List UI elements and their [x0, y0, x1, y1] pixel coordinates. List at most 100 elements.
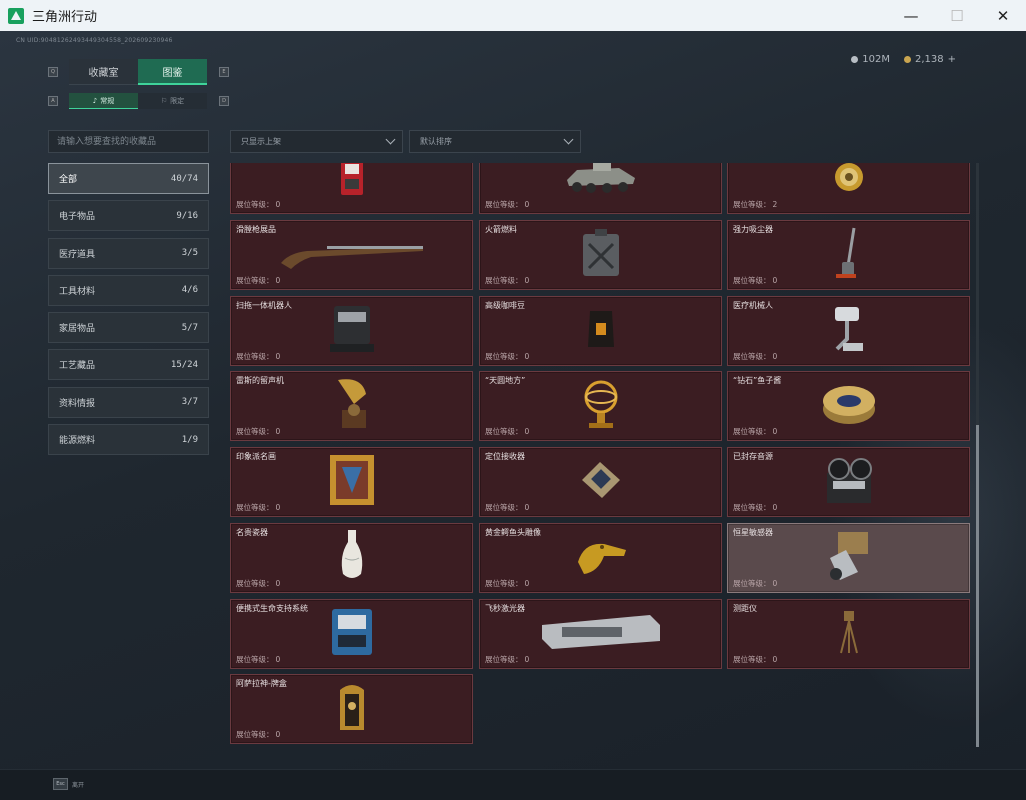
collection-card[interactable]: 滑膛枪展品 展位等级： 0 [230, 220, 473, 290]
grid-scrollbar[interactable] [976, 163, 979, 747]
booth-level-label: 展位等级： [236, 427, 274, 436]
sort-dropdown[interactable]: 默认排序 [409, 130, 581, 153]
collection-card[interactable]: 火箭燃料 展位等级： 0 [479, 220, 722, 290]
collection-card[interactable]: “钻石”鱼子酱 展位等级： 0 [727, 371, 970, 441]
tab-limited-label: 限定 [170, 97, 185, 105]
gold-currency[interactable]: 2,138 + [903, 54, 956, 65]
collection-card[interactable]: 名贵瓷器展位等级： 0 [230, 523, 473, 593]
collection-card[interactable]: 恒星敏感器 展位等级： 0 [727, 523, 970, 593]
card-title: 名贵瓷器 [236, 528, 268, 537]
leave-button[interactable]: Esc 离开 [53, 778, 84, 790]
booth-level: 展位等级： 0 [236, 654, 280, 665]
collection-grid: 展位等级： 0 展位等级： 0 展位等级： 2 滑膛枪展品 展位等级： 0 火箭燃料 展位等级： 0 强… [230, 163, 975, 747]
star-sensor-icon [824, 528, 874, 588]
collection-card[interactable]: 展位等级： 0 [230, 163, 473, 214]
collection-card[interactable]: 展位等级： 0 [479, 163, 722, 214]
collection-card[interactable]: “天圆地方” 展位等级： 0 [479, 371, 722, 441]
booth-level-value: 0 [524, 352, 530, 361]
category-item[interactable]: 资料情报 3/7 [48, 386, 209, 418]
close-button[interactable]: ✕ [980, 0, 1026, 31]
booth-level-label: 展位等级： [236, 579, 274, 588]
booth-level: 展位等级： 0 [733, 654, 777, 665]
game-viewport: CN UID:9048126249344930455​8_20260923094… [0, 31, 1026, 769]
tab-catalog[interactable]: 图鉴 [138, 59, 207, 85]
collection-card[interactable]: 便携式生命支持系统 展位等级： 0 [230, 599, 473, 669]
booth-level-value: 0 [772, 276, 778, 285]
booth-level: 展位等级： 0 [236, 578, 280, 589]
collection-card[interactable]: 已封存音源 展位等级： 0 [727, 447, 970, 517]
booth-level-label: 展位等级： [733, 276, 771, 285]
booth-level: 展位等级： 0 [236, 502, 280, 513]
card-title: 扫拖一体机器人 [236, 301, 292, 310]
sub-tabs: ♪ 常规 ⚐ 限定 [69, 93, 207, 109]
uid-label: CN UID:9048126249344930455​8_20260923094… [16, 37, 173, 44]
booth-level: 展位等级： 0 [485, 426, 529, 437]
search-input[interactable] [48, 130, 209, 153]
collection-card[interactable]: 飞秒激光器 展位等级： 0 [479, 599, 722, 669]
category-item[interactable]: 家居物品 5/7 [48, 312, 209, 344]
collection-card[interactable]: 高级咖啡豆 展位等级： 0 [479, 296, 722, 366]
arcade-machine-icon [335, 163, 369, 201]
booth-level-value: 0 [772, 655, 778, 664]
booth-level: 展位等级： 0 [236, 275, 280, 286]
collection-card[interactable]: 医疗机械人 展位等级： 0 [727, 296, 970, 366]
shelf-filter-dropdown[interactable]: 只显示上架 [230, 130, 403, 153]
tab-collection-room[interactable]: 收藏室 [69, 59, 138, 85]
category-count: 1/9 [181, 434, 198, 445]
tab-limited[interactable]: ⚐ 限定 [138, 93, 207, 109]
key-hint-sub-right: D [219, 96, 229, 106]
app-logo-icon [8, 7, 24, 24]
booth-level-value: 0 [275, 579, 281, 588]
booth-level-label: 展位等级： [485, 503, 523, 512]
booth-level-label: 展位等级： [733, 427, 771, 436]
collection-card[interactable]: 雷斯的留声机 展位等级： 0 [230, 371, 473, 441]
category-item[interactable]: 全部 40/74 [48, 163, 209, 194]
collection-card[interactable]: 扫拖一体机器人 展位等级： 0 [230, 296, 473, 366]
booth-level: 展位等级： 0 [236, 729, 280, 740]
musket-icon [277, 233, 427, 277]
card-title: “天圆地方” [485, 376, 526, 385]
booth-level-label: 展位等级： [733, 579, 771, 588]
sort-value: 默认排序 [420, 137, 452, 146]
card-title: 印象派名画 [236, 452, 276, 461]
rangefinder-icon [838, 609, 860, 659]
chevron-down-icon [385, 134, 396, 145]
card-title: 定位接收器 [485, 452, 525, 461]
category-count: 3/7 [181, 397, 198, 408]
maximize-button[interactable]: ☐ [934, 0, 980, 31]
booth-level: 展位等级： 0 [236, 351, 280, 362]
category-item[interactable]: 电子物品 9/16 [48, 200, 209, 232]
category-count: 9/16 [176, 210, 198, 221]
framed-painting-icon [328, 453, 376, 511]
booth-level-value: 0 [524, 579, 530, 588]
booth-level-value: 0 [772, 427, 778, 436]
collection-card[interactable]: 强力吸尘器 展位等级： 0 [727, 220, 970, 290]
scrollbar-thumb[interactable] [976, 425, 979, 747]
card-title: “钻石”鱼子酱 [733, 376, 782, 385]
minimize-button[interactable]: — [888, 0, 934, 31]
collection-card[interactable]: 展位等级： 2 [727, 163, 970, 214]
collection-card[interactable]: 阿萨拉神-牌盒 展位等级： 0 [230, 674, 473, 744]
category-item[interactable]: 医疗道具 3/5 [48, 237, 209, 269]
category-item[interactable]: 能源燃料 1/9 [48, 424, 209, 456]
booth-level-value: 0 [275, 655, 281, 664]
tab-regular[interactable]: ♪ 常规 [69, 93, 138, 109]
card-title: 已封存音源 [733, 452, 773, 461]
gold-watch-icon [829, 163, 869, 201]
category-label: 工艺藏品 [59, 361, 96, 372]
collection-card[interactable]: 定位接收器 展位等级： 0 [479, 447, 722, 517]
category-item[interactable]: 工具材料 4/6 [48, 274, 209, 306]
collection-card[interactable]: 黄金鳄鱼头雕像 展位等级： 0 [479, 523, 722, 593]
esc-key-icon: Esc [53, 778, 68, 790]
robot-mop-icon [328, 304, 376, 358]
chevron-down-icon [563, 134, 574, 145]
booth-level-value: 0 [275, 352, 281, 361]
category-item[interactable]: 工艺藏品 15/24 [48, 349, 209, 381]
add-currency-button[interactable]: + [948, 54, 956, 65]
coffee-bag-icon [586, 307, 616, 355]
booth-level-label: 展位等级： [485, 352, 523, 361]
collection-card[interactable]: 测距仪 展位等级： 0 [727, 599, 970, 669]
collection-card[interactable]: 印象派名画展位等级： 0 [230, 447, 473, 517]
locator-receiver-icon [576, 456, 626, 508]
title-bar: 三角洲行动 — ☐ ✕ [0, 0, 1026, 31]
